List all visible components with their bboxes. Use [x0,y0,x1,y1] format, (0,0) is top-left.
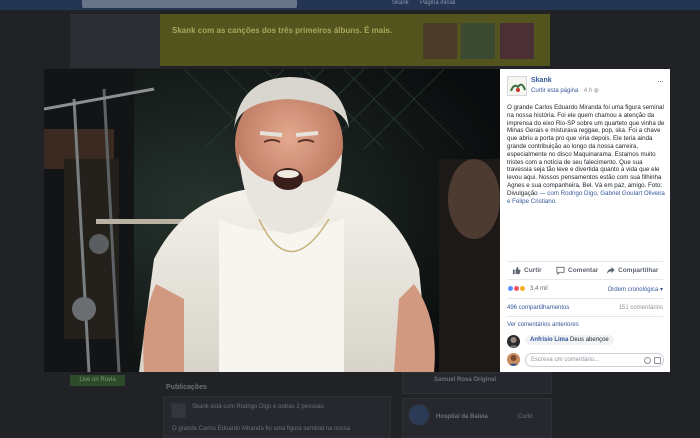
page-avatar[interactable] [507,76,527,96]
post-body: O grande Carlos Eduardo Miranda foi uma … [507,104,665,197]
view-previous-comments-link[interactable]: Ver comentários anteriores [507,322,579,328]
chevron-down-icon: ▾ [659,287,663,293]
divider [507,298,663,299]
divider [507,316,663,317]
background-sidebar-avatar [408,404,430,426]
background-sidebar-card [402,372,552,394]
background-live-button: Live on Ruvia [70,375,125,386]
options-icon[interactable]: ··· [657,76,664,86]
current-user-avatar[interactable] [507,353,520,366]
background-section-title: Publicações [166,384,207,391]
commenter-avatar[interactable] [507,335,520,348]
comment-button[interactable]: Comentar [556,266,598,275]
background-cover-image [70,14,160,68]
background-sidebar-title: Samuel Rosa Original [434,377,497,383]
divider [507,279,663,280]
comment-text: Deus abençoe [570,337,609,343]
comment-sort-dropdown[interactable]: Ordem cronológica ▾ [608,286,663,293]
top-link-profile: Skank [392,0,409,6]
photo-image [44,69,500,372]
share-button-label: Compartilhar [618,267,659,274]
emoji-icon[interactable] [644,357,651,364]
like-page-link[interactable]: Curtir esta página [531,88,578,94]
divider [507,261,663,262]
background-post-avatar [171,403,186,418]
background-search-bar [82,0,297,8]
like-button[interactable]: Curtir [512,266,542,275]
comment-author[interactable]: Anfrísio Lima [530,337,568,343]
background-sidebar-title-2: Hospital da Baleia [436,414,488,420]
like-icon [512,266,521,275]
banner-album-thumb [461,23,495,59]
share-icon [606,266,615,275]
comment-button-label: Comentar [568,267,599,274]
background-sidebar-like: Curtir [518,414,533,420]
comment-icon [556,266,565,275]
comments-count[interactable]: 151 comentários [619,305,663,311]
avatar [507,353,520,366]
banner-album-thumb [423,23,457,59]
skank-logo-icon [508,77,526,95]
camera-icon[interactable] [654,357,661,364]
comment-input-placeholder: Escreva um comentário... [531,357,600,363]
sort-label: Ordem cronológica [607,287,659,293]
shares-count[interactable]: 496 compartilhamentos [507,305,569,311]
banner-album-thumb [500,23,534,59]
top-link-home: Página inicial [420,0,456,6]
comment-bubble: Anfrísio Lima Deus abençoe [525,335,614,345]
post-details-panel: Skank Curtir esta página · 4 h ◍ ··· O g… [500,69,670,372]
reactions-count: 3,4 mil [530,285,548,292]
share-button[interactable]: Compartilhar [606,266,658,275]
post-timestamp[interactable]: 4 h [584,88,592,94]
page-name-link[interactable]: Skank [531,77,552,84]
post-photo[interactable] [44,69,500,372]
comment-input[interactable]: Escreva um comentário... [525,353,664,367]
background-post-header: Skank está com Rodrigo Digo e outras 2 p… [192,404,326,410]
globe-icon: ◍ [593,88,599,94]
reactions-summary[interactable]: 3,4 mil [507,285,548,292]
post-text: O grande Carlos Eduardo Miranda foi uma … [507,104,665,205]
post-meta: Curtir esta página · 4 h ◍ [531,87,599,94]
background-post-snippet: O grande Carlos Eduardo Miranda foi uma … [172,426,351,432]
background-banner-text: Skank com as canções dos três primeiros … [172,26,393,35]
like-button-label: Curtir [524,267,542,274]
avatar [507,335,520,348]
sad-reaction-icon [519,285,526,292]
